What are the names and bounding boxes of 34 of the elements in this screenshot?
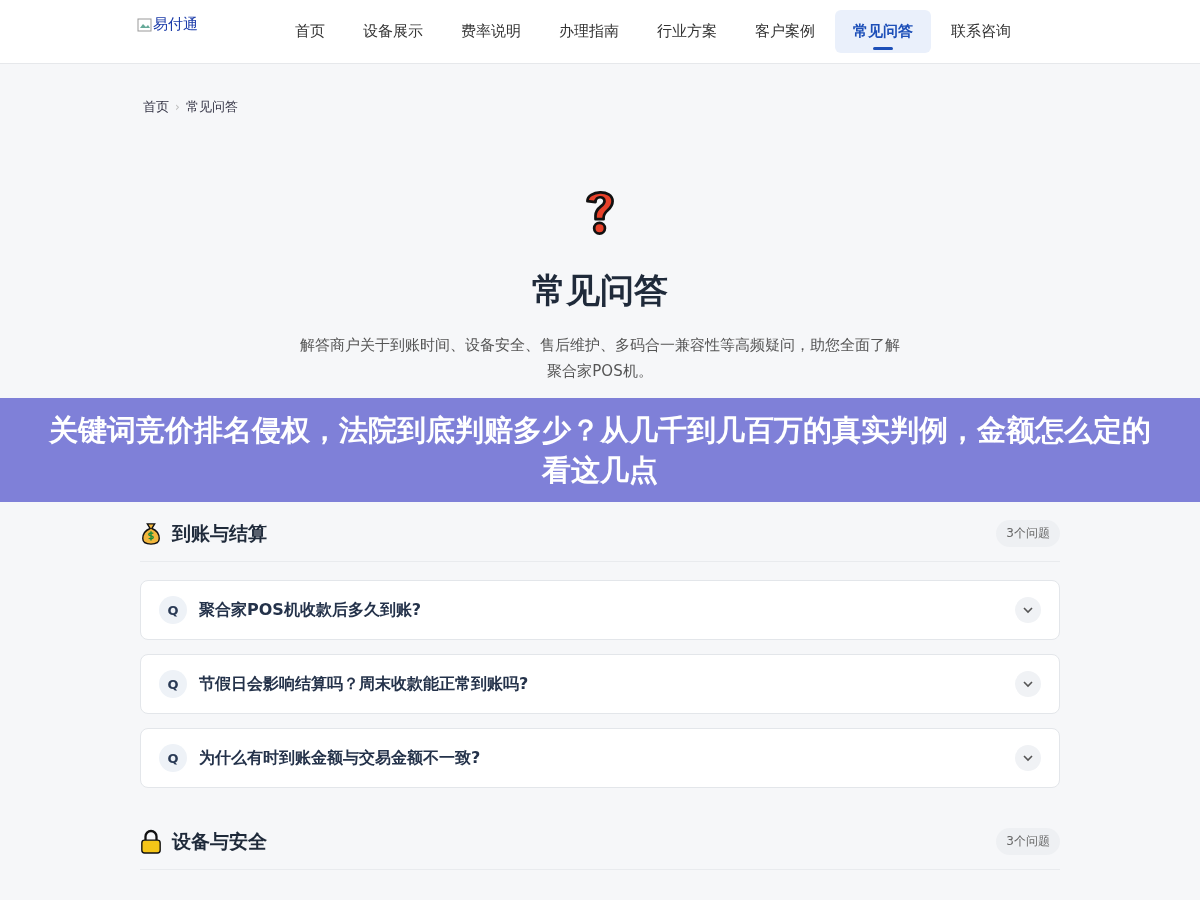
nav-tab[interactable]: 首页 <box>277 10 343 53</box>
lock-icon <box>140 828 162 855</box>
question-text: 为什么有时到账金额与交易金额不一致? <box>199 747 482 769</box>
faq-item[interactable]: Q 为什么有时到账金额与交易金额不一致? <box>140 728 1060 788</box>
breadcrumb-link[interactable]: 常见问答 <box>185 98 238 116</box>
nav-tab[interactable]: 设备展示 <box>345 10 441 53</box>
nav-tab[interactable]: 费率说明 <box>443 10 539 53</box>
q-badge: Q <box>159 596 187 624</box>
q-badge: Q <box>159 744 187 772</box>
money-bag-icon <box>140 520 162 547</box>
section-title: 到账与结算 <box>172 520 268 546</box>
nav-tab[interactable]: 联系咨询 <box>933 10 1029 53</box>
faq-item[interactable]: Q 聚合家POS机收款后多久到账? <box>140 580 1060 640</box>
banner-headline: 关键词竞价排名侵权，法院到底判赔多少？从几千到几百万的真实判例，金额怎么定的看这几点 <box>48 412 1152 489</box>
chevron-icon[interactable] <box>1015 597 1041 623</box>
breadcrumb-separator: › <box>175 100 180 114</box>
chevron-icon[interactable] <box>1015 671 1041 697</box>
question-count: 3个问题 <box>996 520 1060 547</box>
page-description: 解答商户关于到账时间、设备安全、售后维护、多码合一兼容性等高频疑问，助您全面了解聚合家POS机。 <box>300 335 900 382</box>
nav-tab[interactable]: 客户案例 <box>737 10 833 53</box>
page-title: 常见问答 <box>532 269 668 312</box>
broken-image-icon <box>137 16 153 33</box>
nav-tab[interactable]: 常见问答 <box>835 10 931 53</box>
nav-tab[interactable]: 办理指南 <box>541 10 637 53</box>
question-text: 节假日会影响结算吗？周末收款能正常到账吗? <box>199 673 530 695</box>
nav-tab[interactable]: 行业方案 <box>639 10 735 53</box>
question-text: 聚合家POS机收款后多久到账? <box>199 599 423 621</box>
chevron-icon[interactable] <box>1015 745 1041 771</box>
section-title: 设备与安全 <box>172 828 268 854</box>
faq-item[interactable]: Q 节假日会影响结算吗？周末收款能正常到账吗? <box>140 654 1060 714</box>
q-badge: Q <box>159 670 187 698</box>
breadcrumb-link[interactable]: 首页 <box>143 98 169 116</box>
question-count: 3个问题 <box>996 828 1060 855</box>
logo-image[interactable]: 易付通 <box>137 14 257 49</box>
